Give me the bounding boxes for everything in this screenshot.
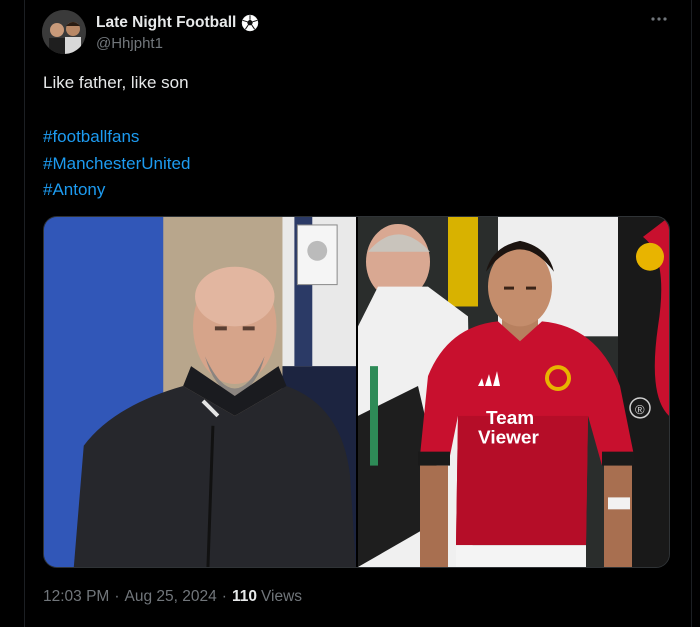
user-handle[interactable]: @Hhjpht1	[96, 35, 259, 52]
views-label: Views	[260, 588, 303, 605]
registered-mark: ®	[635, 402, 645, 417]
more-dots-icon	[651, 17, 667, 21]
media-photo-right[interactable]: Team Viewer ®	[358, 217, 669, 567]
hashtag-link[interactable]: #footballfans	[43, 124, 190, 151]
tweet: Late Night Football @Hhjpht1 Like father…	[0, 0, 700, 627]
tweet-meta: 12:03 PM · Aug 25, 2024 · 110 Views	[43, 588, 302, 606]
name-row: Late Night Football	[96, 13, 259, 33]
meta-separator: ·	[114, 588, 120, 605]
soccer-ball-icon	[241, 14, 259, 32]
tweet-text: Like father, like son	[43, 73, 189, 92]
tweet-media[interactable]: Team Viewer ®	[43, 216, 670, 568]
views-count[interactable]: 110	[232, 588, 257, 605]
sponsor-text-viewer: Viewer	[478, 428, 540, 449]
hashtag-link[interactable]: #ManchesterUnited	[43, 151, 190, 178]
timeline-divider-left	[24, 0, 25, 627]
timeline-divider-right	[691, 0, 692, 627]
user-block: Late Night Football @Hhjpht1	[96, 13, 259, 52]
sponsor-text-team: Team	[486, 408, 534, 429]
tweet-date[interactable]: Aug 25, 2024	[125, 588, 217, 605]
hashtag-list: #footballfans #ManchesterUnited #Antony	[43, 124, 190, 204]
tweet-header: Late Night Football @Hhjpht1	[42, 10, 259, 54]
display-name[interactable]: Late Night Football	[96, 14, 236, 32]
tweet-time[interactable]: 12:03 PM	[43, 588, 109, 605]
meta-separator: ·	[221, 588, 227, 605]
hashtag-link[interactable]: #Antony	[43, 177, 190, 204]
media-photo-left[interactable]	[44, 217, 358, 567]
more-options-button[interactable]	[648, 8, 670, 30]
avatar[interactable]	[42, 10, 86, 54]
